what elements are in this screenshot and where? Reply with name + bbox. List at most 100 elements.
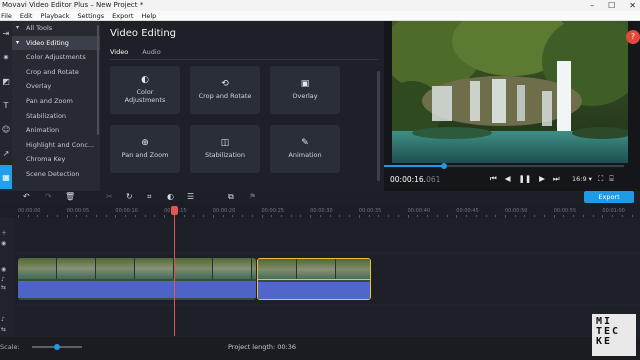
minimize-button[interactable]: –: [590, 0, 594, 11]
undo-button[interactable]: ↶: [23, 192, 30, 201]
tool-tile[interactable]: ◫ Stabilization: [190, 125, 260, 173]
maximize-button[interactable]: ☐: [608, 0, 615, 11]
ruler-tick: [466, 215, 468, 217]
menu-help[interactable]: Help: [141, 11, 156, 20]
tool-tile[interactable]: ⊕ Pan and Zoom: [110, 125, 180, 173]
menu-export[interactable]: Export: [112, 11, 133, 20]
tool-item[interactable]: Highlight and Conc...: [12, 138, 100, 153]
clip-thumbnails: [18, 258, 256, 279]
delete-button[interactable]: 🗑: [65, 192, 75, 201]
panel-tabs: Video Audio: [110, 48, 161, 56]
ruler-tick: [612, 215, 614, 217]
tool-item[interactable]: ▾ Video Editing: [12, 35, 100, 51]
volume-line[interactable]: [258, 279, 370, 280]
progress-knob[interactable]: [441, 163, 447, 169]
playhead[interactable]: [171, 206, 178, 336]
tool-list-scrollbar[interactable]: [97, 25, 99, 135]
pause-button[interactable]: ❚❚: [519, 174, 532, 184]
tool-item-label: Stabilization: [26, 111, 67, 120]
ruler-tick-label: 00:00:55: [553, 208, 577, 214]
video-track-visibility-icon[interactable]: ◉: [1, 266, 6, 273]
video-clip-2-selected[interactable]: [257, 258, 371, 300]
aspect-ratio-select[interactable]: 16:9 ▾: [572, 175, 592, 183]
overlay-track[interactable]: [14, 218, 640, 252]
scale-slider[interactable]: [32, 344, 82, 350]
tool-item[interactable]: Chroma Key: [12, 152, 100, 167]
menu-file[interactable]: File: [1, 11, 12, 20]
ruler-tick: [534, 215, 536, 217]
ruler-tick-label: 00:00:35: [358, 208, 382, 214]
help-button[interactable]: ?: [626, 30, 640, 44]
tool-tile[interactable]: ◐ Color Adjustments: [110, 66, 180, 114]
redo-button[interactable]: ↷: [45, 192, 52, 201]
ruler-tick-label: 00:00:50: [505, 208, 528, 214]
clip-properties-button[interactable]: ☰: [187, 192, 194, 201]
tool-item[interactable]: Crop and Rotate: [12, 65, 100, 80]
import-icon[interactable]: ⇥: [0, 21, 12, 45]
export-button[interactable]: Export: [584, 191, 634, 203]
tool-item[interactable]: Color Adjustments: [12, 50, 100, 65]
timeline-ruler[interactable]: 00:00:0000:00:0500:00:1000:00:1500:00:20…: [0, 204, 640, 218]
video-clip-1[interactable]: [18, 258, 256, 300]
step-forward-button[interactable]: ▶: [539, 174, 545, 184]
tool-item-label: Color Adjustments: [26, 53, 86, 62]
tool-tile[interactable]: ▣ Overlay: [270, 66, 340, 114]
ruler-tick: [388, 215, 390, 217]
tool-item[interactable]: Stabilization: [12, 109, 100, 124]
audio-track[interactable]: [14, 306, 640, 336]
tool-tile[interactable]: ✎ Animation: [270, 125, 340, 173]
audio-track-lock-icon[interactable]: ⇆: [1, 326, 6, 333]
tool-item-label: Chroma Key: [26, 155, 66, 164]
ruler-tick: [105, 215, 107, 217]
tool-item[interactable]: Animation: [12, 123, 100, 138]
rotate-button[interactable]: ↻: [126, 192, 133, 201]
audio-track-mute-icon[interactable]: ♪: [1, 316, 5, 323]
tab-video[interactable]: Video: [110, 48, 128, 56]
menu-settings[interactable]: Settings: [78, 11, 105, 20]
ruler-tick: [319, 215, 321, 217]
menu-edit[interactable]: Edit: [20, 11, 33, 20]
video-preview[interactable]: [392, 21, 628, 163]
callouts-icon[interactable]: ↗: [0, 141, 12, 165]
transitions-icon[interactable]: ◩: [0, 69, 12, 93]
tab-audio[interactable]: Audio: [142, 48, 160, 56]
cut-button[interactable]: ✂: [106, 192, 113, 201]
stickers-icon[interactable]: ☺: [0, 117, 12, 141]
more-tools-icon[interactable]: ▦: [0, 165, 12, 189]
ruler-tick: [76, 215, 78, 217]
ruler-tick: [271, 215, 273, 217]
step-back-button[interactable]: ◀: [505, 174, 511, 184]
marker-button[interactable]: ⚑: [249, 192, 256, 201]
stabilization-icon: ◫: [220, 138, 230, 148]
overlay-button[interactable]: ⧉: [228, 192, 234, 202]
tool-item-label: Highlight and Conc...: [26, 140, 95, 149]
playhead-handle[interactable]: [171, 206, 178, 215]
crop-button[interactable]: ⌗: [147, 192, 152, 202]
tool-item[interactable]: Pan and Zoom: [12, 94, 100, 109]
titles-icon[interactable]: T: [0, 93, 12, 117]
ruler-tick-label: 00:00:45: [456, 208, 479, 214]
project-length: Project length: 00:36: [228, 343, 297, 351]
scale-slider-knob[interactable]: [54, 344, 60, 350]
fullscreen-icon[interactable]: ⛶: [598, 174, 603, 184]
menu-playback[interactable]: Playback: [40, 11, 69, 20]
preview-progress-bar[interactable]: [384, 163, 624, 169]
watermark-logo: MI TEC KE: [592, 314, 636, 356]
tool-item[interactable]: Overlay: [12, 79, 100, 94]
video-track-mute-icon[interactable]: ♪: [1, 276, 5, 283]
snapshot-icon[interactable]: ⌸: [609, 174, 614, 184]
filters-icon[interactable]: ✷: [0, 45, 12, 69]
skip-start-button[interactable]: ⏮: [490, 174, 497, 184]
tool-item[interactable]: Scene Detection: [12, 167, 100, 182]
ruler-tick: [203, 215, 205, 217]
video-track-lock-icon[interactable]: ⇆: [1, 284, 6, 291]
eye-icon[interactable]: ◉: [1, 240, 6, 247]
close-button[interactable]: ✕: [629, 0, 636, 11]
color-button[interactable]: ◐: [167, 192, 174, 201]
tool-tile[interactable]: ⟲ Crop and Rotate: [190, 66, 260, 114]
add-track-icon[interactable]: ＋: [1, 228, 7, 237]
skip-end-button[interactable]: ⏭: [553, 174, 560, 184]
animation-icon: ✎: [301, 138, 309, 148]
tool-item[interactable]: ▾ All Tools: [12, 21, 100, 36]
panel-scrollbar[interactable]: [377, 71, 380, 181]
